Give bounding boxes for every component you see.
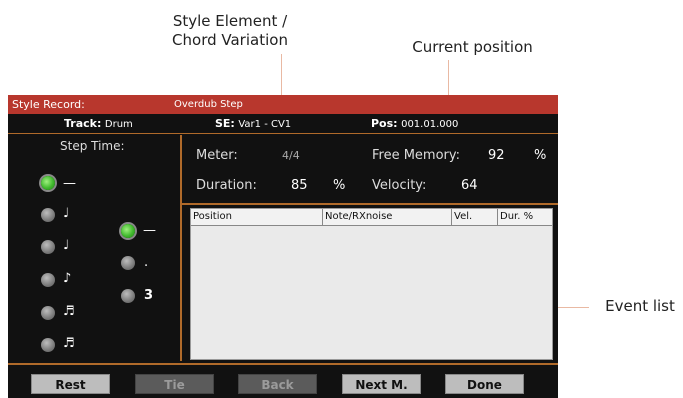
style-element-info[interactable]: SE: Var1 - CV1: [215, 114, 291, 134]
free-memory-unit: %: [534, 148, 547, 163]
back-button[interactable]: Back: [238, 374, 317, 394]
device-screen: Style Record: Overdub Step Track: Drum S…: [8, 95, 558, 398]
sixteenth-note-radio[interactable]: [41, 306, 55, 320]
free-memory-value: 92: [488, 148, 505, 163]
half-note-radio[interactable]: [41, 176, 55, 190]
sixteenth-note-icon: ♬: [63, 304, 75, 319]
quarter-note-icon-2: ♩: [63, 238, 70, 253]
callout-event-list: Event list: [605, 297, 675, 315]
position-info: Pos: 001.01.000: [371, 114, 458, 134]
event-list-header: Position Note/RXnoise Vel. Dur. %: [191, 209, 552, 226]
modifier-normal-radio[interactable]: [121, 224, 135, 238]
rest-button[interactable]: Rest: [31, 374, 110, 394]
quarter-note-radio-2[interactable]: [41, 240, 55, 254]
track-value: Drum: [104, 119, 133, 130]
modifier-triplet-radio[interactable]: [121, 289, 135, 303]
track-info[interactable]: Track: Drum: [64, 114, 133, 134]
velocity-label: Velocity:: [372, 178, 427, 193]
column-header-note: Note/RXnoise: [323, 209, 452, 225]
meta-area: Meter: 4/4 Free Memory: 92 % Duration: 8…: [182, 135, 558, 205]
tie-button[interactable]: Tie: [135, 374, 214, 394]
step-time-label: Step Time:: [60, 139, 125, 153]
velocity-value[interactable]: 64: [461, 178, 478, 193]
button-bar: Rest Tie Back Next M. Done: [8, 363, 558, 398]
info-bar: Track: Drum SE: Var1 - CV1 Pos: 001.01.0…: [8, 114, 558, 134]
title-bar: Style Record: Overdub Step: [8, 95, 558, 114]
pos-value: 001.01.000: [401, 119, 459, 130]
callout-current-position: Current position: [412, 38, 533, 56]
column-header-velocity: Vel.: [452, 209, 498, 225]
meter-value: 4/4: [282, 149, 300, 162]
eighth-note-icon: ♪: [63, 271, 72, 286]
quarter-note-icon: ♩: [63, 206, 70, 221]
column-header-duration: Dur. %: [500, 211, 534, 222]
quarter-note-radio[interactable]: [41, 208, 55, 222]
mode-title: Style Record:: [12, 98, 85, 111]
half-note-icon: —: [63, 176, 76, 191]
se-value: Var1 - CV1: [238, 119, 292, 130]
track-label: Track:: [64, 117, 102, 130]
thirty-second-note-icon: ♬: [63, 336, 75, 351]
thirty-second-note-radio[interactable]: [41, 338, 55, 352]
done-button[interactable]: Done: [445, 374, 524, 394]
modifier-triplet-label: 3: [144, 288, 154, 303]
se-label: SE:: [215, 117, 235, 130]
duration-label: Duration:: [196, 178, 257, 193]
duration-value[interactable]: 85: [291, 178, 308, 193]
duration-unit: %: [333, 178, 346, 193]
callout-style-element: Style Element / Chord Variation: [160, 12, 300, 50]
callout-style-element-line1: Style Element /: [172, 12, 288, 30]
meter-label: Meter:: [196, 148, 238, 163]
modifier-dot-radio[interactable]: [121, 256, 135, 270]
eighth-note-radio[interactable]: [41, 273, 55, 287]
pos-label: Pos:: [371, 117, 398, 130]
free-memory-label: Free Memory:: [372, 148, 461, 163]
step-time-panel: Step Time: — ♩ ♩ ♪ ♬ ♬ — . 3: [8, 135, 182, 361]
modifier-dot-label: .: [144, 255, 149, 270]
page-title: Overdub Step: [174, 99, 243, 110]
callout-style-element-line2: Chord Variation: [172, 31, 288, 49]
modifier-normal-label: —: [143, 223, 156, 238]
column-header-position: Position: [191, 209, 323, 225]
next-measure-button[interactable]: Next M.: [342, 374, 421, 394]
event-list[interactable]: Position Note/RXnoise Vel. Dur. %: [190, 208, 553, 360]
